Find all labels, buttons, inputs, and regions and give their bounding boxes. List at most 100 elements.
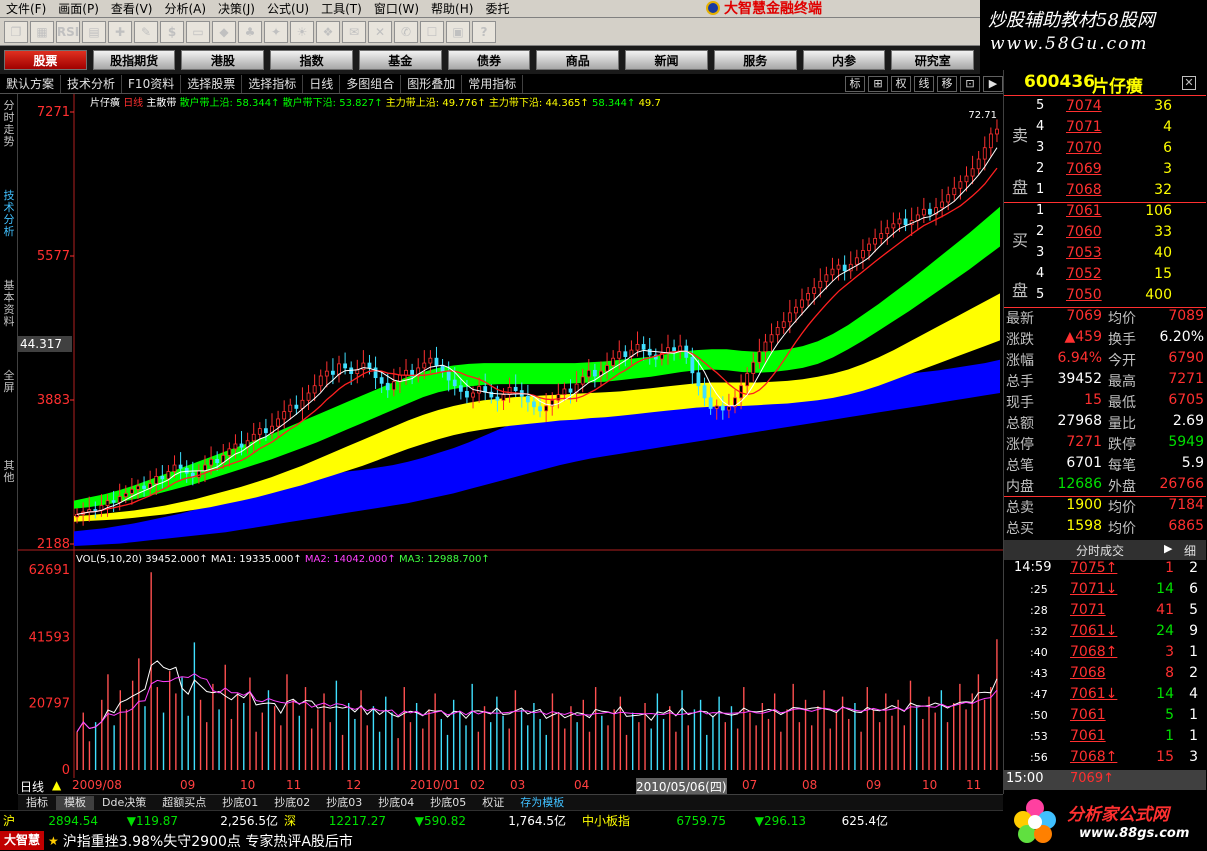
close-price: 7069↑ (1070, 771, 1114, 786)
left-sidebar: 分时走势技术分析基本资料全屏其他 (0, 94, 18, 794)
toolbar-icon[interactable]: ☀ (290, 20, 314, 43)
option-1[interactable]: 技术分析 (61, 74, 123, 93)
option-4[interactable]: 选择指标 (242, 74, 304, 93)
toolbar-icon[interactable]: ❖ (316, 20, 340, 43)
indicator-tab[interactable]: 抄底01 (214, 796, 266, 810)
nav-9[interactable]: 内参 (802, 50, 886, 70)
option-5[interactable]: 日线 (303, 74, 341, 93)
candle-body (203, 464, 207, 472)
indicator-tab[interactable]: 抄底02 (266, 796, 318, 810)
indicator-tab[interactable]: 抄底04 (370, 796, 422, 810)
option-7[interactable]: 图形叠加 (401, 74, 463, 93)
indicator-tab[interactable]: 超额买点 (154, 796, 214, 810)
tick-price: 7068↑ (1070, 749, 1118, 765)
nav-3[interactable]: 指数 (270, 50, 353, 70)
sidebar-tab-4[interactable]: 其他 (1, 460, 17, 484)
level-number: 3 (1036, 140, 1045, 155)
buy-level-row[interactable]: 5 7050 400 (1004, 287, 1206, 308)
chart-control-button[interactable]: 权 (891, 75, 911, 92)
toolbar-icon[interactable]: RSI (56, 20, 80, 43)
toolbar-icon[interactable]: ❐ (4, 20, 28, 43)
toolbar-icon[interactable]: ✚ (108, 20, 132, 43)
buy-level-row[interactable]: 1 7061 106 (1004, 203, 1206, 224)
news-headline[interactable]: 沪指重挫3.98%失守2900点 专家热评A股后市 (63, 831, 353, 851)
nav-8[interactable]: 服务 (713, 50, 797, 70)
indicator-tab[interactable]: 权证 (474, 796, 512, 810)
tick-volume: 41 (1156, 602, 1174, 618)
period-indicator[interactable]: 日线 (18, 778, 47, 795)
buy-level-row[interactable]: 3 7053 40 (1004, 245, 1206, 266)
ad-banner[interactable]: 分析家公式网 www.88gs.com (1003, 794, 1207, 851)
menu-item[interactable]: 画面(P) (52, 0, 105, 18)
menu-item[interactable]: 窗口(W) (368, 0, 425, 18)
menu-item[interactable]: 公式(U) (261, 0, 315, 18)
menu-item[interactable]: 文件(F) (0, 0, 52, 18)
chart-control-button[interactable]: 线 (914, 75, 934, 92)
toolbar-icon[interactable]: ? (472, 20, 496, 43)
level-number: 4 (1036, 266, 1045, 281)
chart-control-button[interactable]: 标 (845, 75, 865, 92)
option-2[interactable]: F10资料 (122, 74, 182, 93)
option-3[interactable]: 选择股票 (181, 74, 243, 93)
sell-level-row[interactable]: 1 7068 32 (1004, 182, 1206, 203)
menu-item[interactable]: 工具(T) (315, 0, 368, 18)
sidebar-tab-3[interactable]: 全屏 (1, 370, 17, 394)
play-icon[interactable]: ▶ (1164, 542, 1172, 555)
toolbar-icon[interactable]: ▦ (30, 20, 54, 43)
candle-body (696, 372, 701, 387)
sell-level-row[interactable]: 2 7069 3 (1004, 161, 1206, 182)
chart-control-button[interactable]: ⊡ (960, 75, 980, 92)
nav-4[interactable]: 基金 (358, 50, 442, 70)
nav-7[interactable]: 新闻 (625, 50, 708, 70)
nav-10[interactable]: 研究室 (891, 50, 975, 70)
menu-item[interactable]: 分析(A) (158, 0, 212, 18)
menu-item[interactable]: 查看(V) (105, 0, 159, 18)
sidebar-tab-2[interactable]: 基本资料 (1, 280, 17, 328)
indicator-tab[interactable]: 存为模板 (512, 796, 572, 810)
menu-item[interactable]: 委托 (479, 0, 515, 18)
indicator-tab[interactable]: Dde决策 (94, 796, 154, 810)
toolbar-icon[interactable]: ▤ (82, 20, 106, 43)
chart-control-button[interactable]: 移 (937, 75, 957, 92)
indicator-tab[interactable]: 模板 (56, 795, 94, 810)
toolbar-icon[interactable]: ✦ (264, 20, 288, 43)
sell-level-row[interactable]: 3 7070 6 (1004, 140, 1206, 161)
indicator-tab[interactable]: 指标 (18, 796, 56, 810)
toolbar-icon[interactable]: ✉ (342, 20, 366, 43)
ticks-header[interactable]: 分时成交 ▶ 细 (1004, 540, 1206, 560)
chart-control-button[interactable]: ▶ (983, 75, 1003, 92)
toolbar-icon[interactable]: ✎ (134, 20, 158, 43)
close-icon[interactable]: ✕ (1182, 76, 1196, 90)
toolbar-icon[interactable]: ☐ (420, 20, 444, 43)
toolbar-icon[interactable]: ✕ (368, 20, 392, 43)
indicator-tab[interactable]: 抄底05 (422, 796, 474, 810)
buy-level-row[interactable]: 2 7060 33 (1004, 224, 1206, 245)
sidebar-tab-1[interactable]: 技术分析 (1, 190, 17, 238)
nav-6[interactable]: 商品 (536, 50, 620, 70)
toolbar-icon[interactable]: ▣ (446, 20, 470, 43)
toolbar-icon[interactable]: ◆ (212, 20, 236, 43)
menu-item[interactable]: 决策(J) (212, 0, 261, 18)
nav-5[interactable]: 债券 (447, 50, 531, 70)
toolbar-icon[interactable]: ✆ (394, 20, 418, 43)
sell-level-row[interactable]: 5 7074 36 (1004, 98, 1206, 119)
buy-level-row[interactable]: 4 7052 15 (1004, 266, 1206, 287)
chart-area[interactable]: 7271 5577 3883 2188 44.317 72.71 片仔癀 日线 主散带 散户… (18, 94, 1003, 794)
option-8[interactable]: 常用指标 (462, 74, 524, 93)
news-ticker[interactable]: 大智慧 ★ 沪指重挫3.98%失守2900点 专家热评A股后市 (0, 830, 1003, 851)
option-0[interactable]: 默认方案 (0, 74, 62, 93)
sidebar-tab-0[interactable]: 分时走势 (1, 100, 17, 148)
toolbar-icon[interactable]: ▭ (186, 20, 210, 43)
nav-1[interactable]: 股指期货 (92, 50, 176, 70)
sell-level-row[interactable]: 4 7071 4 (1004, 119, 1206, 140)
detail-toggle[interactable]: 细 (1184, 542, 1196, 559)
kline-chart[interactable]: 7271 5577 3883 2188 44.317 72.71 片仔癀 日线 主散带 散户… (18, 94, 1003, 778)
nav-0[interactable]: 股票 (4, 50, 87, 70)
nav-2[interactable]: 港股 (181, 50, 265, 70)
indicator-tab[interactable]: 抄底03 (318, 796, 370, 810)
option-6[interactable]: 多图组合 (340, 74, 402, 93)
chart-control-button[interactable]: ⊞ (868, 75, 888, 92)
menu-item[interactable]: 帮助(H) (425, 0, 479, 18)
toolbar-icon[interactable]: $ (160, 20, 184, 43)
toolbar-icon[interactable]: ♣ (238, 20, 262, 43)
